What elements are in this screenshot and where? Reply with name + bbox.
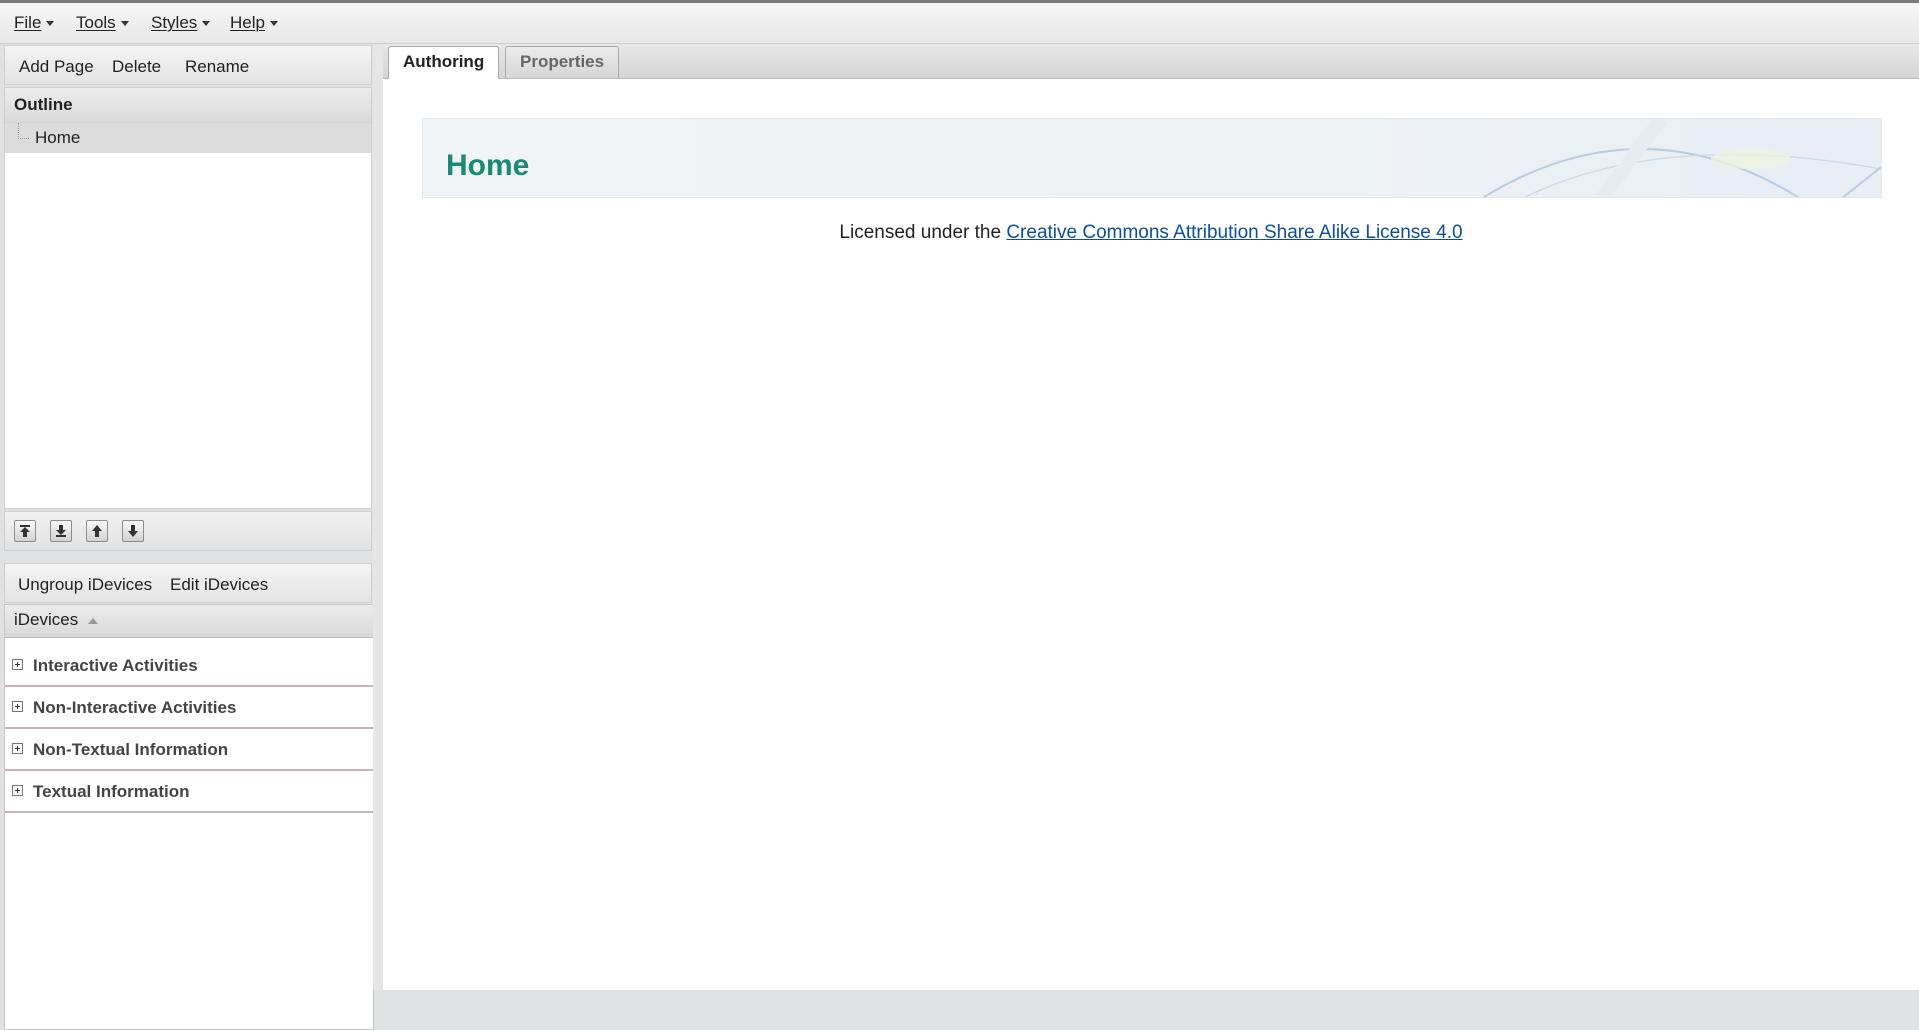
main-area: Authoring Properties Home Licensed under… [383, 44, 1919, 990]
category-interactive-activities[interactable]: Interactive Activities [5, 645, 373, 687]
move-down-icon [128, 525, 138, 537]
menu-help[interactable]: Help [230, 13, 278, 33]
demote-node-button[interactable] [50, 520, 72, 542]
category-label: Textual Information [33, 782, 190, 801]
outline-node-label: Home [35, 128, 81, 147]
license-notice: Licensed under the Creative Commons Attr… [383, 222, 1919, 244]
edit-idevices-button[interactable]: Edit iDevices [170, 575, 268, 595]
tab-strip: Authoring Properties [383, 44, 1919, 80]
menu-tools-label: Tools [76, 13, 116, 32]
left-panel: Add Page Delete Rename Outline Home Ungr… [2, 44, 374, 1030]
expand-icon[interactable] [12, 659, 23, 670]
category-non-interactive-activities[interactable]: Non-Interactive Activities [5, 687, 373, 729]
menu-help-label: Help [230, 13, 265, 32]
banner-decoration [1482, 119, 1881, 197]
idevices-toolbar: Ungroup iDevices Edit iDevices [4, 563, 372, 603]
idevices-header[interactable]: iDevices [5, 605, 373, 638]
node-move-toolbar [4, 511, 372, 551]
demote-icon [56, 525, 66, 537]
rename-page-button[interactable]: Rename [185, 57, 249, 77]
page-header-banner: Home [422, 118, 1882, 198]
category-non-textual-information[interactable]: Non-Textual Information [5, 729, 373, 771]
expand-icon[interactable] [12, 785, 23, 796]
category-textual-information[interactable]: Textual Information [5, 771, 373, 813]
menu-tools[interactable]: Tools [76, 13, 129, 33]
promote-node-button[interactable] [14, 520, 36, 542]
menu-file-label: File [14, 13, 42, 32]
menu-styles[interactable]: Styles [151, 13, 211, 33]
sort-ascending-icon [88, 617, 99, 624]
page-title: Home [446, 149, 530, 182]
promote-icon [20, 525, 30, 537]
chevron-down-icon [46, 21, 55, 27]
expand-icon[interactable] [12, 701, 23, 712]
expand-icon[interactable] [12, 743, 23, 754]
menu-file[interactable]: File [14, 13, 55, 33]
chevron-down-icon [202, 21, 211, 27]
category-label: Non-Textual Information [33, 740, 229, 759]
idevice-category-list: Interactive Activities Non-Interactive A… [5, 645, 373, 813]
authoring-content: Home Licensed under the Creative Commons… [383, 79, 1919, 990]
idevices-header-label: iDevices [14, 610, 79, 629]
license-link[interactable]: Creative Commons Attribution Share Alike… [1006, 222, 1462, 243]
tab-properties[interactable]: Properties [505, 46, 620, 78]
idevices-panel: iDevices Interactive Activities Non-Inte… [4, 604, 374, 1030]
outline-toolbar: Add Page Delete Rename [4, 45, 372, 85]
tree-connector [18, 123, 29, 139]
chevron-down-icon [269, 21, 278, 27]
outline-node-home[interactable]: Home [5, 123, 371, 153]
category-label: Interactive Activities [33, 656, 198, 675]
ungroup-idevices-button[interactable]: Ungroup iDevices [18, 575, 152, 595]
menubar: File Tools Styles Help [0, 0, 1919, 44]
outline-panel: Outline Home [4, 87, 372, 509]
delete-page-button[interactable]: Delete [112, 57, 161, 77]
chevron-down-icon [120, 21, 129, 27]
license-prefix: Licensed under the [839, 222, 1007, 243]
menu-styles-label: Styles [151, 13, 198, 32]
move-down-button[interactable] [122, 520, 144, 542]
add-page-button[interactable]: Add Page [19, 57, 94, 77]
move-up-icon [92, 525, 102, 537]
panel-splitter[interactable] [373, 44, 383, 990]
outline-header: Outline [5, 88, 371, 123]
tab-authoring[interactable]: Authoring [388, 46, 500, 80]
move-up-button[interactable] [86, 520, 108, 542]
category-label: Non-Interactive Activities [33, 698, 237, 717]
